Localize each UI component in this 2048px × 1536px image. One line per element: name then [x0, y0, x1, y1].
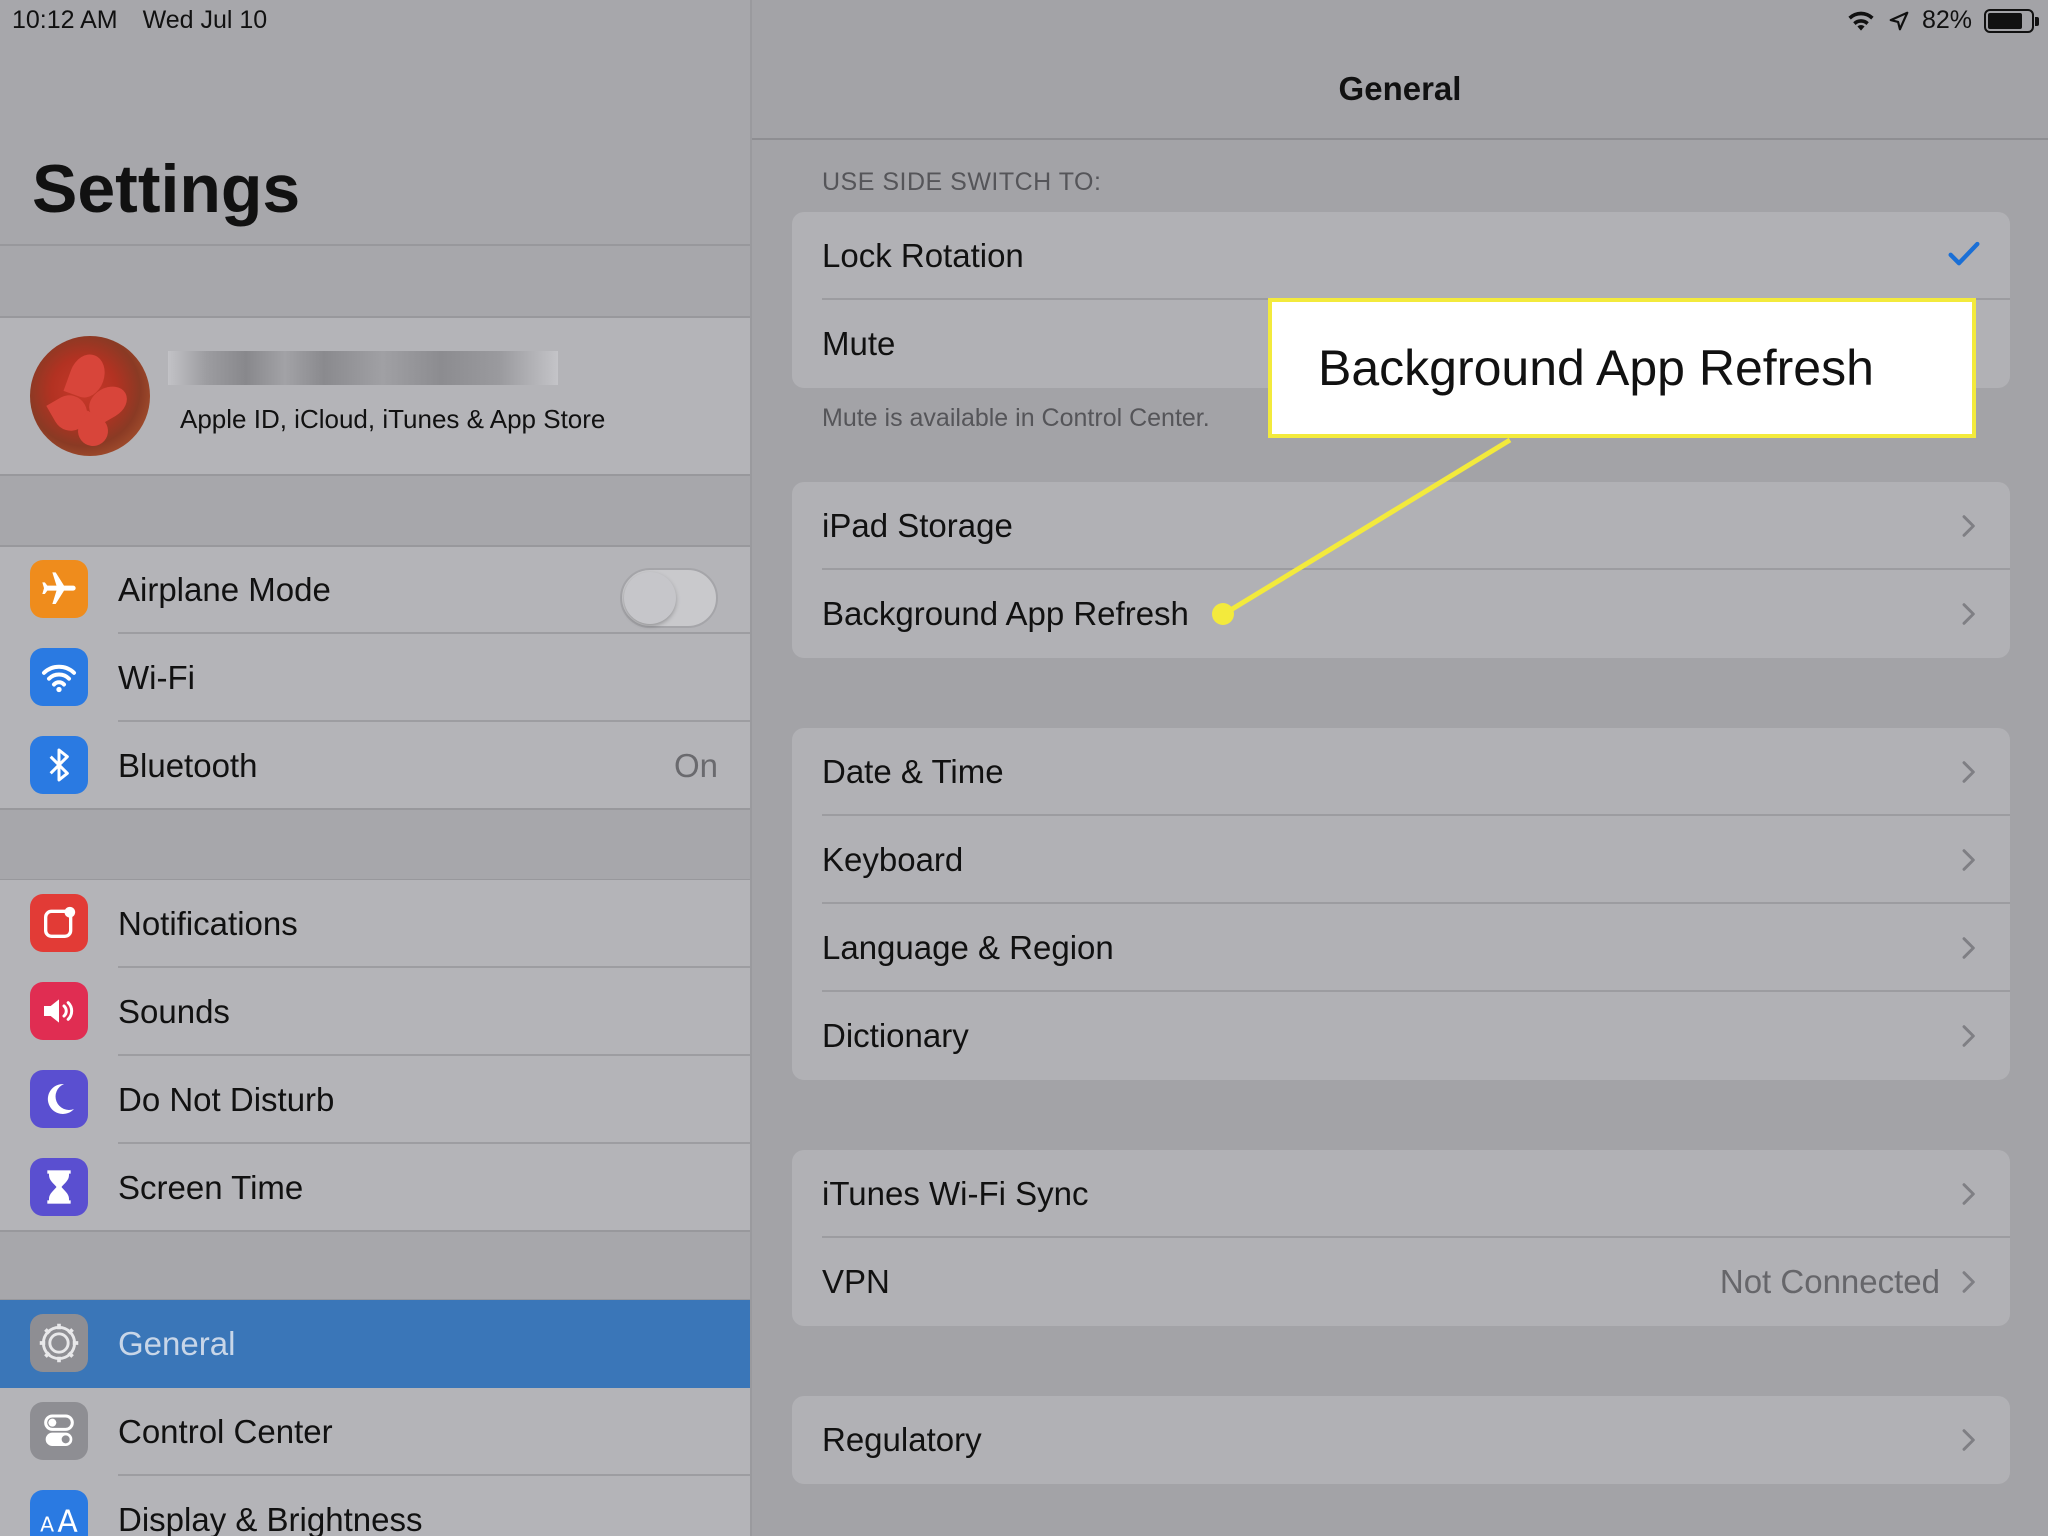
- sidebar-item-wifi[interactable]: Wi-Fi: [0, 634, 750, 722]
- row-ipad-storage[interactable]: iPad Storage: [792, 482, 2010, 570]
- status-date: Wed Jul 10: [142, 6, 268, 34]
- callout-box: Background App Refresh: [1268, 298, 1976, 438]
- switches-icon: [30, 1402, 88, 1460]
- toggle-knob: [624, 572, 676, 624]
- nav-divider: [752, 138, 2048, 140]
- bluetooth-status: On: [673, 747, 718, 784]
- chevron-right-icon: [1962, 761, 1975, 783]
- row-label: Keyboard: [822, 841, 964, 878]
- blurred-user-name: [168, 351, 558, 385]
- sidebar-item-label: Screen Time: [118, 1169, 304, 1206]
- divider: [0, 316, 750, 318]
- sidebar-item-label: Control Center: [118, 1413, 333, 1450]
- battery-percent: 82%: [1921, 6, 1972, 34]
- chevron-right-icon: [1962, 515, 1975, 537]
- status-time: 10:12 AM: [12, 6, 118, 34]
- sidebar-item-label: Do Not Disturb: [118, 1081, 335, 1118]
- airplane-mode-toggle[interactable]: [620, 568, 718, 628]
- sidebar-item-control-center[interactable]: Control Center: [0, 1388, 750, 1476]
- airplane-icon: [30, 560, 88, 618]
- storage-group: iPad Storage Background App Refresh: [792, 482, 2010, 658]
- wifi-icon: [1848, 11, 1874, 31]
- divider: [0, 474, 750, 476]
- battery-level: [1988, 12, 2023, 29]
- battery-icon: [1984, 8, 2039, 33]
- sidebar-item-label: Sounds: [118, 993, 230, 1030]
- sidebar-item-label: General: [118, 1325, 236, 1362]
- side-switch-footer: Mute is available in Control Center.: [822, 404, 1210, 432]
- chevron-right-icon: [1962, 937, 1975, 959]
- row-label: iTunes Wi-Fi Sync: [822, 1175, 1089, 1212]
- chevron-right-icon: [1962, 1429, 1975, 1451]
- row-label: Mute: [822, 325, 896, 362]
- svg-text:A: A: [57, 1505, 78, 1536]
- row-label: Dictionary: [822, 1017, 969, 1054]
- row-itunes-wifi-sync[interactable]: iTunes Wi-Fi Sync: [792, 1150, 2010, 1238]
- chevron-right-icon: [1962, 603, 1975, 625]
- sidebar-item-airplane-mode[interactable]: Airplane Mode: [0, 546, 750, 634]
- sidebar-item-label: Airplane Mode: [118, 571, 331, 608]
- sidebar-item-bluetooth[interactable]: Bluetooth On: [0, 722, 750, 810]
- sidebar-item-display-brightness[interactable]: AA Display & Brightness: [0, 1476, 750, 1536]
- page-title: Settings: [32, 151, 301, 227]
- side-switch-header: USE SIDE SWITCH TO:: [822, 168, 1102, 196]
- chevron-right-icon: [1962, 1183, 1975, 1205]
- sidebar-item-sounds[interactable]: Sounds: [0, 968, 750, 1056]
- sidebar-item-label: Wi-Fi: [118, 659, 195, 696]
- detail-pane: 82% General USE SIDE SWITCH TO: Lock Rot…: [752, 0, 2048, 1536]
- status-bar-right: 82%: [1846, 6, 2039, 35]
- row-language-region[interactable]: Language & Region: [792, 904, 2010, 992]
- sidebar-item-general[interactable]: General: [0, 1300, 750, 1388]
- profile-subtitle: Apple ID, iCloud, iTunes & App Store: [180, 404, 606, 434]
- gear-icon: [30, 1314, 88, 1372]
- text-size-icon: AA: [30, 1490, 88, 1536]
- sidebar-item-label: Bluetooth: [118, 747, 258, 784]
- avatar: [30, 336, 150, 456]
- row-keyboard[interactable]: Keyboard: [792, 816, 2010, 904]
- row-label: iPad Storage: [822, 507, 1013, 544]
- divider: [0, 1230, 750, 1232]
- callout-text: Background App Refresh: [1318, 340, 1874, 396]
- sidebar: 10:12 AM Wed Jul 10 Settings Apple ID, i…: [0, 0, 750, 1536]
- wifi-icon: [30, 648, 88, 706]
- hourglass-icon: [30, 1158, 88, 1216]
- row-dictionary[interactable]: Dictionary: [792, 992, 2010, 1080]
- speaker-icon: [30, 982, 88, 1040]
- row-label: Background App Refresh: [822, 595, 1189, 632]
- row-background-app-refresh[interactable]: Background App Refresh: [792, 570, 2010, 658]
- chevron-right-icon: [1962, 849, 1975, 871]
- bluetooth-icon: [30, 736, 88, 794]
- row-label: Date & Time: [822, 753, 1004, 790]
- chevron-right-icon: [1962, 1271, 1975, 1293]
- checkmark-icon: [1948, 241, 1980, 266]
- row-label: Language & Region: [822, 929, 1114, 966]
- location-icon: [1889, 11, 1909, 30]
- vpn-status: Not Connected: [1719, 1263, 1940, 1300]
- divider: [0, 244, 750, 246]
- svg-text:A: A: [40, 1513, 54, 1536]
- chevron-right-icon: [1962, 1025, 1975, 1047]
- status-bar-left: 10:12 AM Wed Jul 10: [12, 6, 285, 35]
- sidebar-item-label: Display & Brightness: [118, 1501, 423, 1536]
- moon-icon: [30, 1070, 88, 1128]
- sidebar-item-notifications[interactable]: Notifications: [0, 880, 750, 968]
- sync-vpn-group: iTunes Wi-Fi Sync VPN Not Connected: [792, 1150, 2010, 1326]
- notifications-icon: [30, 894, 88, 952]
- row-regulatory[interactable]: Regulatory: [792, 1396, 2010, 1484]
- sidebar-item-label: Notifications: [118, 905, 298, 942]
- row-label: Regulatory: [822, 1421, 982, 1458]
- regulatory-group: Regulatory: [792, 1396, 2010, 1484]
- row-label: Lock Rotation: [822, 237, 1024, 274]
- date-keyboard-group: Date & Time Keyboard Language & Region D…: [792, 728, 2010, 1080]
- sidebar-item-do-not-disturb[interactable]: Do Not Disturb: [0, 1056, 750, 1144]
- row-vpn[interactable]: VPN Not Connected: [792, 1238, 2010, 1326]
- divider: [0, 808, 750, 810]
- row-date-time[interactable]: Date & Time: [792, 728, 2010, 816]
- detail-title: General: [1338, 70, 1462, 107]
- apple-id-profile[interactable]: Apple ID, iCloud, iTunes & App Store: [0, 316, 750, 474]
- sidebar-item-screen-time[interactable]: Screen Time: [0, 1144, 750, 1232]
- option-lock-rotation[interactable]: Lock Rotation: [792, 212, 2010, 300]
- row-label: VPN: [822, 1263, 890, 1300]
